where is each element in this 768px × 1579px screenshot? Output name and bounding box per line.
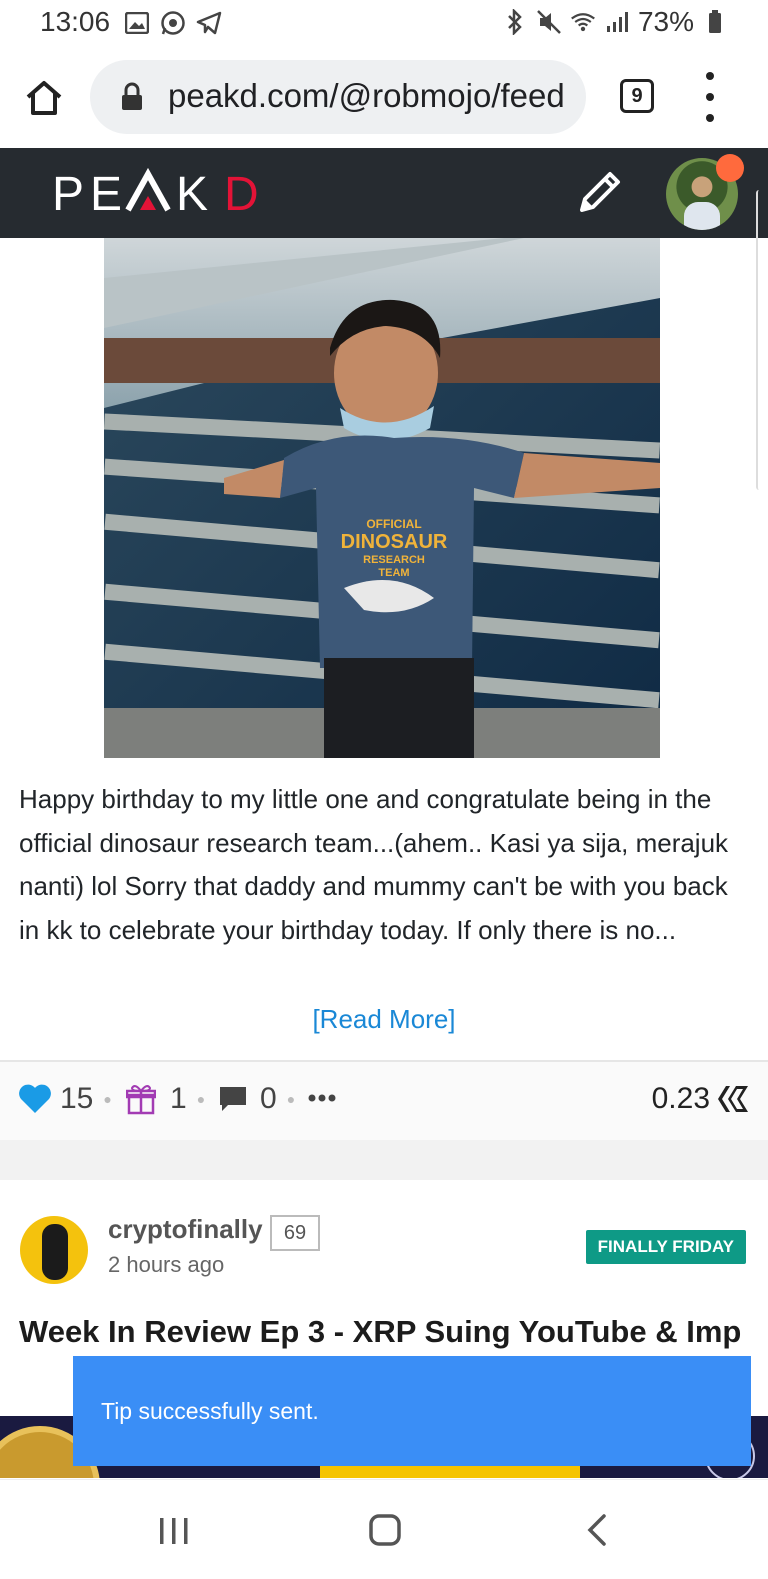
site-header: PE K D (0, 148, 768, 238)
address-bar[interactable]: peakd.com/@robmojo/feed (90, 60, 586, 134)
whatsapp-icon (160, 10, 186, 36)
svg-text:K: K (176, 168, 212, 218)
post-time: 2 hours ago (108, 1252, 225, 1277)
shirt-text-2: DINOSAUR (341, 531, 448, 553)
notification-dot (716, 154, 744, 182)
telegram-icon (196, 10, 222, 36)
peakd-logo[interactable]: PE K D (52, 166, 266, 231)
upvote-button[interactable]: 15 ● (18, 1082, 112, 1116)
browser-menu-icon[interactable] (700, 72, 720, 122)
system-icons: 73% (502, 6, 728, 38)
post-image[interactable]: OFFICIAL DINOSAUR RESEARCH TEAM (104, 238, 660, 758)
home-icon[interactable] (22, 76, 66, 120)
tip-count: 1 (170, 1082, 187, 1115)
svg-text:D: D (224, 168, 263, 218)
tip-button[interactable]: 1 ● (126, 1082, 205, 1116)
write-post-icon[interactable] (574, 166, 626, 218)
wifi-icon (570, 9, 596, 35)
author-avatar[interactable] (20, 1216, 88, 1284)
home-nav-icon[interactable] (361, 1508, 409, 1552)
community-tag[interactable]: FINALLY FRIDAY (585, 1230, 746, 1264)
shirt-text-3: RESEARCH (363, 554, 425, 566)
reputation-badge: 69 (270, 1215, 320, 1251)
back-icon[interactable] (574, 1508, 622, 1552)
recent-apps-icon[interactable] (150, 1508, 198, 1552)
browser-toolbar: peakd.com/@robmojo/feed 9 (0, 48, 768, 148)
payout-value: 0.23 (651, 1082, 710, 1115)
comment-icon (220, 1087, 246, 1111)
gift-icon (126, 1085, 156, 1115)
notification-icons (124, 10, 222, 36)
comment-count: 0 (260, 1082, 277, 1115)
feed-gap (0, 1140, 768, 1180)
heart-icon (19, 1084, 51, 1113)
tab-switcher-button[interactable]: 9 (620, 79, 654, 113)
comment-button[interactable]: 0 ● (218, 1082, 295, 1116)
payout[interactable]: 0.23 (652, 1082, 750, 1116)
toast-notification: Tip successfully sent. (73, 1356, 751, 1466)
system-navigation-bar (0, 1479, 768, 1579)
battery-icon (702, 9, 728, 35)
post-title[interactable]: Week In Review Ep 3 - XRP Suing YouTube … (19, 1306, 749, 1358)
post-actions: 15 ● 1 ● 0 ● 0.23 (0, 1062, 768, 1140)
user-avatar-button[interactable] (666, 154, 744, 230)
shirt-text-4: TEAM (378, 567, 409, 579)
signal-icon (604, 9, 630, 35)
svg-text:PE: PE (52, 168, 128, 218)
battery-percent: 73% (637, 6, 694, 37)
status-bar: 13:06 73% (0, 0, 768, 48)
lock-icon (120, 82, 144, 112)
shirt-text-1: OFFICIAL (366, 517, 421, 531)
post-excerpt: Happy birthday to my little one and cong… (19, 784, 729, 945)
mute-icon (536, 9, 562, 35)
url-text: peakd.com/@robmojo/feed (168, 77, 565, 114)
status-time: 13:06 (40, 6, 111, 37)
scrollbar[interactable] (756, 190, 762, 490)
read-more-link[interactable]: [Read More] (0, 1004, 768, 1035)
gallery-icon (124, 10, 150, 36)
author-name[interactable]: cryptofinally (108, 1214, 263, 1245)
bluetooth-icon (502, 9, 528, 35)
vote-count: 15 (60, 1082, 94, 1115)
more-options-icon[interactable] (306, 1080, 338, 1112)
hive-icon (718, 1086, 748, 1112)
